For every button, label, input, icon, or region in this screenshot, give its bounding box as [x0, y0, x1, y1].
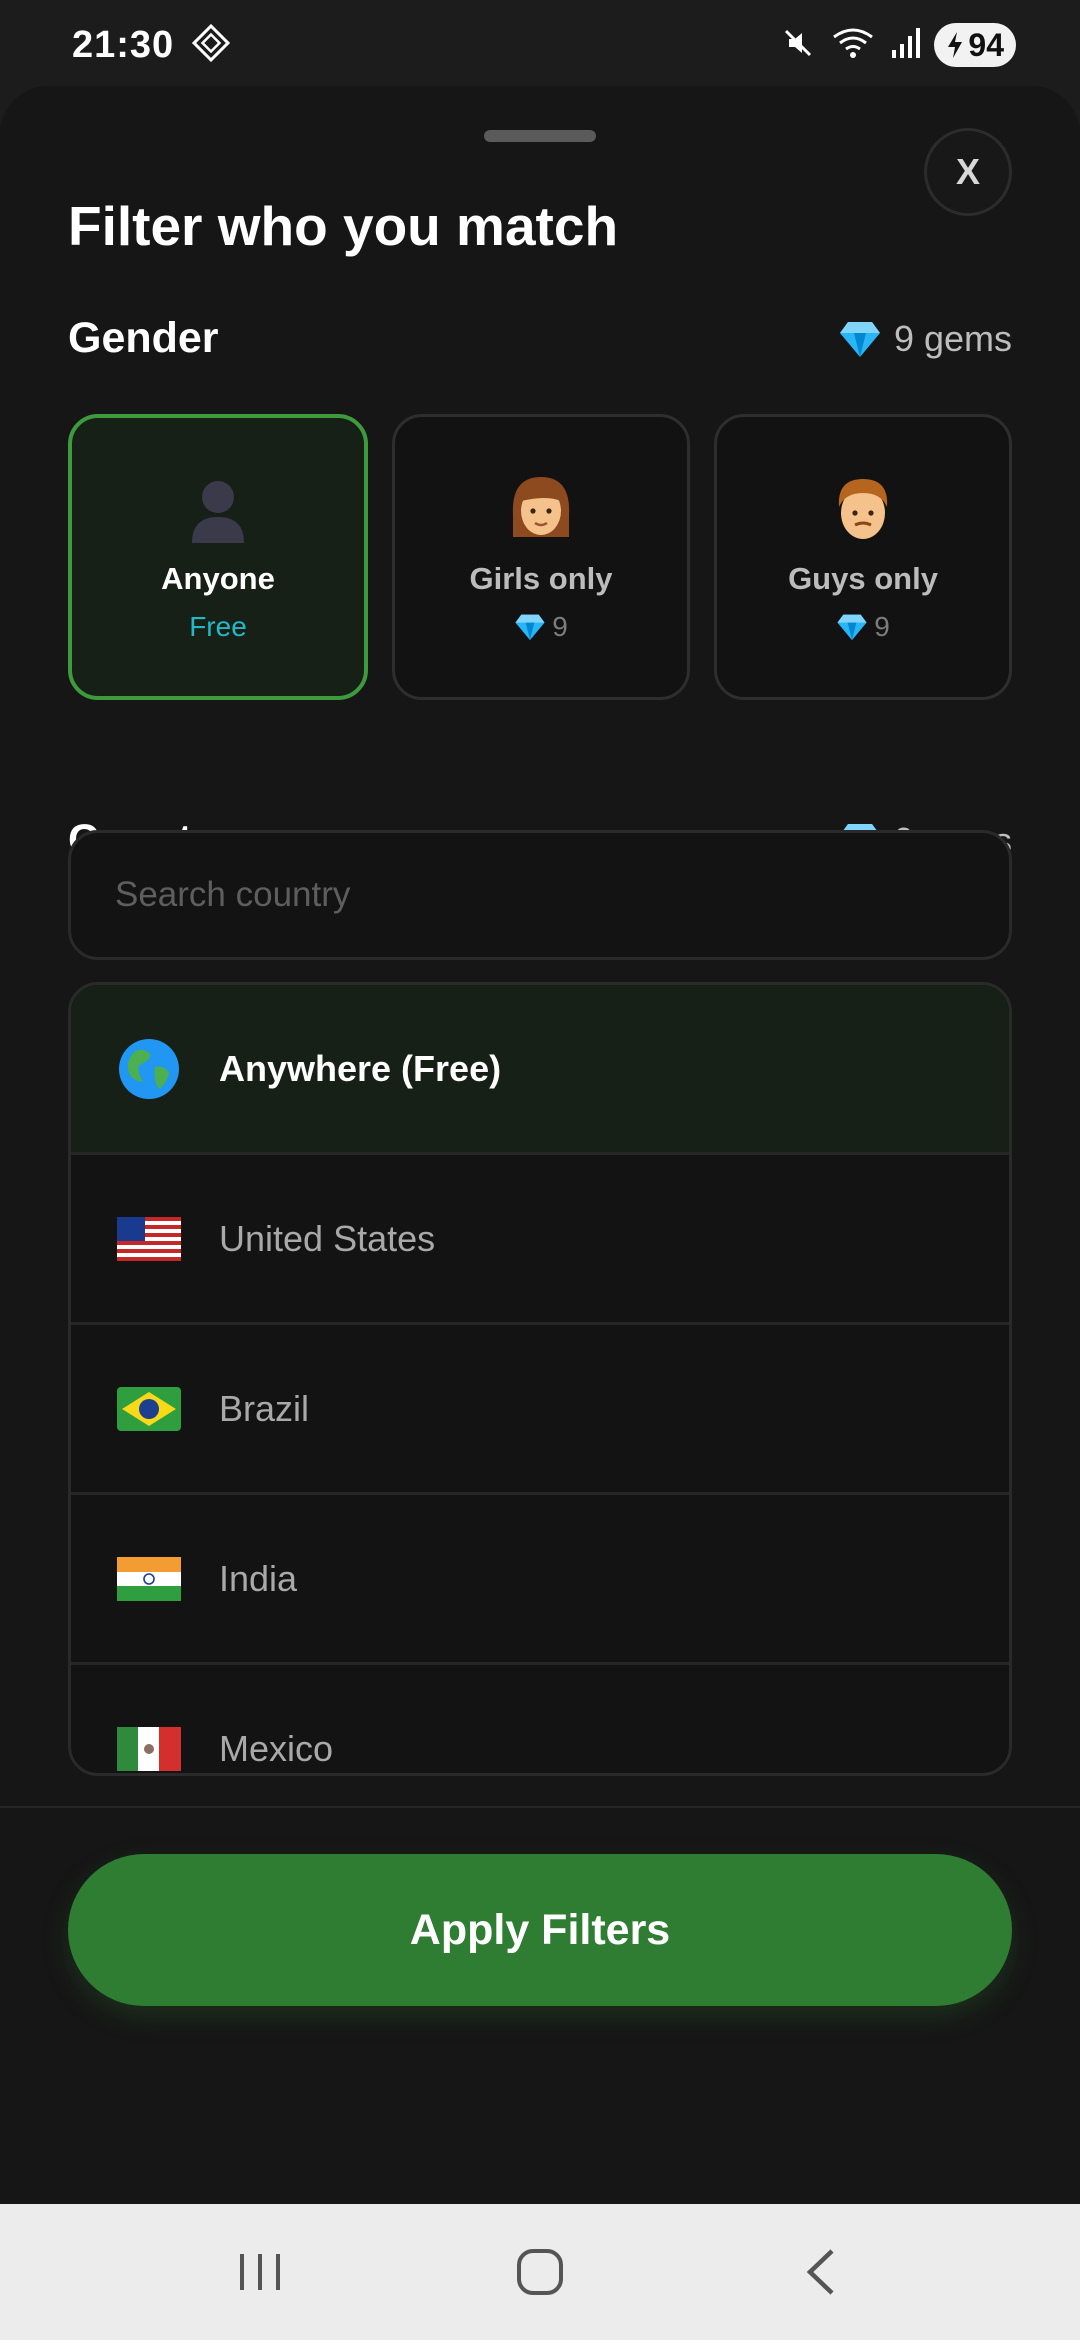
- gem-icon: [515, 614, 545, 641]
- gender-option-price-value: 9: [552, 611, 568, 642]
- mute-icon: [780, 25, 816, 66]
- man-face-icon: [838, 479, 888, 539]
- sheet-title: Filter who you match: [68, 195, 619, 257]
- brazil-flag-icon: [117, 1377, 181, 1441]
- country-item-united-states[interactable]: United States: [71, 1155, 1009, 1325]
- gem-icon: [837, 614, 867, 641]
- country-item-brazil[interactable]: Brazil: [71, 1325, 1009, 1495]
- gender-price-label: 9 gems: [893, 317, 1012, 359]
- gender-header: Gender 9 gems: [68, 314, 1012, 363]
- footer-divider: [0, 1806, 1080, 1808]
- gender-option-label: Anyone: [161, 561, 275, 596]
- country-name: India: [219, 1557, 298, 1599]
- gender-option-label: Guys only: [788, 561, 938, 596]
- person-silhouette-icon: [192, 481, 244, 543]
- gender-option-price: Free: [189, 611, 247, 642]
- us-flag-icon: [117, 1207, 181, 1271]
- gem-icon: [839, 321, 880, 357]
- country-name: Mexico: [219, 1727, 334, 1769]
- status-bar: 21:30 94: [0, 0, 1080, 90]
- apply-filters-button[interactable]: Apply Filters: [68, 1854, 1012, 2006]
- gender-option-guys[interactable]: Guys only 9: [714, 414, 1012, 700]
- gender-title: Gender: [68, 314, 219, 362]
- gender-option-price: 9: [836, 611, 890, 643]
- gender-option-anyone[interactable]: Anyone Free: [68, 414, 368, 700]
- wifi-icon: [830, 25, 876, 66]
- country-search: [68, 830, 1012, 960]
- battery-level: 94: [968, 26, 1004, 63]
- country-item-india[interactable]: India: [71, 1495, 1009, 1665]
- gender-option-girls[interactable]: Girls only 9: [392, 414, 690, 700]
- charging-icon: [948, 32, 963, 58]
- country-list[interactable]: Anywhere (Free) United States Brazil Ind…: [68, 982, 1012, 1776]
- gender-price: 9 gems: [838, 318, 1012, 360]
- india-flag-icon: [117, 1547, 181, 1611]
- drag-handle[interactable]: [484, 130, 596, 142]
- search-input[interactable]: [115, 875, 1009, 915]
- gender-option-price: 9: [514, 611, 568, 643]
- home-icon[interactable]: [495, 2227, 585, 2317]
- battery-indicator: 94: [934, 23, 1016, 67]
- signal-icon: [890, 26, 921, 65]
- country-name: United States: [219, 1217, 436, 1259]
- status-time: 21:30: [72, 23, 175, 66]
- globe-icon: [117, 1037, 181, 1101]
- recents-icon[interactable]: [215, 2227, 305, 2317]
- country-item-anywhere[interactable]: Anywhere (Free): [71, 985, 1009, 1155]
- gender-option-price-value: 9: [874, 611, 890, 642]
- back-icon[interactable]: [775, 2227, 865, 2317]
- location-diamond-icon: [192, 23, 231, 67]
- system-nav-bar: [0, 2204, 1080, 2340]
- close-button[interactable]: X: [924, 128, 1012, 216]
- mexico-flag-icon: [117, 1717, 181, 1774]
- gender-option-label: Girls only: [469, 561, 613, 596]
- gender-options: Anyone Free Girls only 9 Guys only 9: [68, 414, 1012, 700]
- country-item-mexico[interactable]: Mexico: [71, 1665, 1009, 1774]
- country-name: Anywhere (Free): [219, 1047, 502, 1089]
- woman-face-icon: [512, 477, 570, 537]
- country-name: Brazil: [219, 1387, 310, 1429]
- filter-screen: 21:30 94 X Filter who you match Gender 9…: [0, 0, 1080, 2340]
